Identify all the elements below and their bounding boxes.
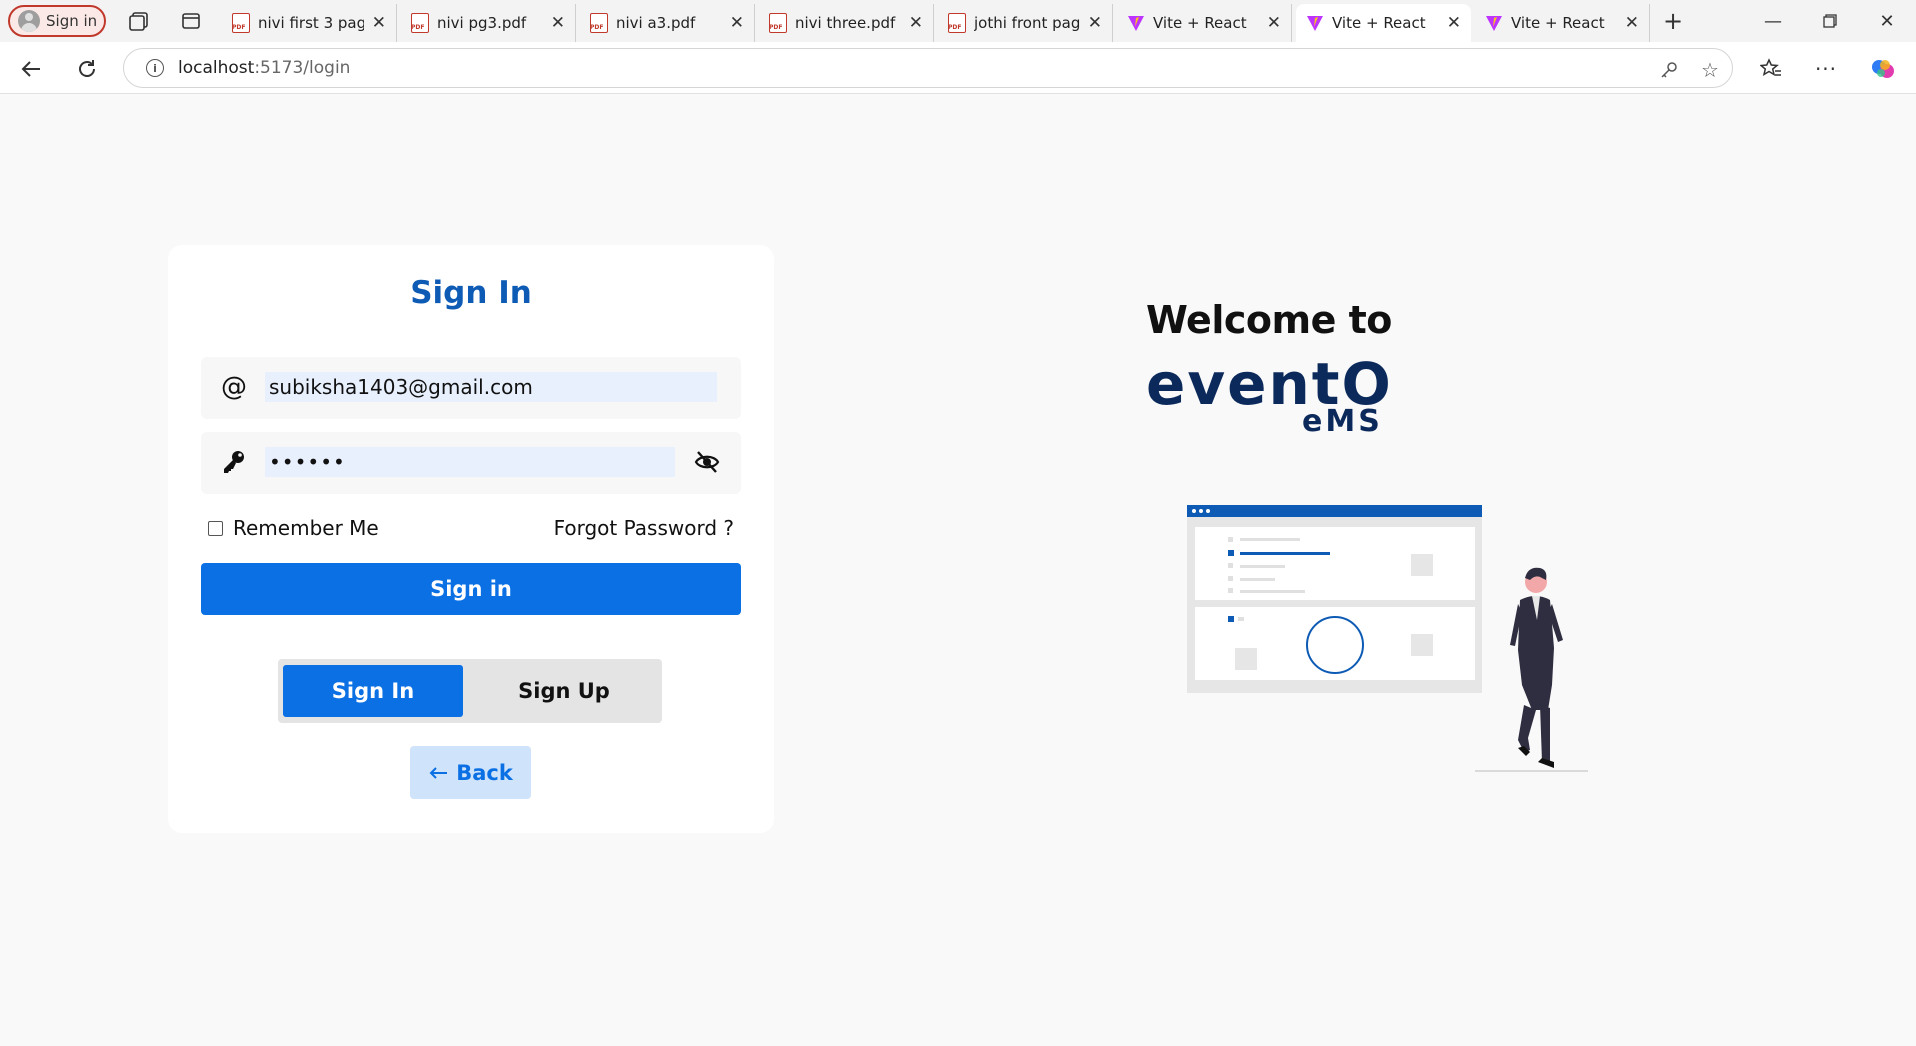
profile-sign-in-button[interactable]: Sign in — [8, 5, 106, 37]
tab-vite-react-active[interactable]: Vite + React ✕ — [1296, 4, 1471, 42]
favorite-star-icon[interactable]: ☆ — [1695, 55, 1725, 85]
eye-slash-icon[interactable] — [693, 448, 723, 478]
workspaces-icon[interactable] — [126, 8, 152, 34]
toggle-sign-up[interactable]: Sign Up — [474, 665, 654, 717]
tab-jothi-front-pages[interactable]: jothi front pages ✕ — [938, 4, 1113, 42]
tab-label: Vite + React — [1511, 14, 1605, 32]
tab-label: nivi three.pdf — [795, 14, 896, 32]
address-bar-row: i localhost:5173/login ☆ ··· — [0, 42, 1916, 94]
window-close-icon[interactable]: ✕ — [1864, 6, 1910, 36]
copilot-icon[interactable] — [1868, 54, 1898, 84]
close-icon[interactable]: ✕ — [1625, 13, 1639, 33]
sign-in-button[interactable]: Sign in — [201, 563, 741, 615]
close-icon[interactable]: ✕ — [909, 13, 923, 33]
browser-tab-bar: Sign in nivi first 3 pages ✕ nivi pg3.pd… — [0, 0, 1916, 42]
tab-actions-icon[interactable] — [178, 8, 204, 34]
vite-icon — [1486, 16, 1502, 31]
url-host: localhost — [178, 58, 255, 78]
forgot-password-link[interactable]: Forgot Password ? — [554, 516, 734, 540]
tab-vite-react-1[interactable]: Vite + React ✕ — [1117, 4, 1292, 42]
tab-label: nivi a3.pdf — [616, 14, 696, 32]
password-field-wrapper — [201, 432, 741, 494]
tab-label: Vite + React — [1332, 14, 1426, 32]
pdf-icon — [232, 13, 250, 33]
profile-label: Sign in — [46, 12, 98, 30]
close-icon[interactable]: ✕ — [551, 13, 565, 33]
back-arrow-icon[interactable] — [16, 54, 46, 84]
new-tab-icon[interactable]: + — [1660, 7, 1686, 35]
email-field[interactable] — [265, 372, 717, 402]
password-field[interactable] — [265, 447, 675, 477]
pdf-icon — [411, 13, 429, 33]
pdf-icon — [948, 13, 966, 33]
tab-nivi-first-3-pages[interactable]: nivi first 3 pages ✕ — [222, 4, 397, 42]
tab-label: jothi front pages — [974, 14, 1080, 32]
welcome-heading: Welcome to — [1146, 298, 1392, 342]
avatar — [18, 10, 40, 32]
refresh-icon[interactable] — [72, 54, 102, 84]
url-path: :5173/login — [254, 58, 351, 78]
pdf-icon — [769, 13, 787, 33]
password-key-icon[interactable] — [1654, 55, 1684, 85]
brand-logo-sub: eMS — [1302, 404, 1383, 439]
tab-label: nivi pg3.pdf — [437, 14, 527, 32]
dashboard-illustration — [1187, 505, 1588, 772]
at-sign-icon: @ — [221, 372, 247, 402]
page-title: Sign In — [410, 275, 532, 311]
back-label: Back — [456, 760, 513, 785]
remember-me-label: Remember Me — [233, 516, 379, 540]
restore-icon[interactable] — [1807, 6, 1853, 36]
login-card: Sign In @ Remember Me Forgot Password ? … — [168, 245, 774, 833]
close-icon[interactable]: ✕ — [372, 13, 386, 33]
close-icon[interactable]: ✕ — [730, 13, 744, 33]
vite-icon — [1307, 16, 1323, 31]
url-text: localhost:5173/login — [178, 58, 350, 78]
tab-nivi-pg3[interactable]: nivi pg3.pdf ✕ — [401, 4, 576, 42]
close-icon[interactable]: ✕ — [1447, 13, 1461, 33]
tab-vite-react-3[interactable]: Vite + React ✕ — [1475, 4, 1650, 42]
pdf-icon — [590, 13, 608, 33]
toggle-sign-in[interactable]: Sign In — [283, 665, 463, 717]
checkbox[interactable] — [208, 520, 223, 536]
key-icon — [219, 447, 249, 477]
vite-icon — [1128, 16, 1144, 31]
minimize-icon[interactable]: — — [1750, 6, 1796, 36]
remember-me-checkbox[interactable]: Remember Me — [208, 516, 379, 540]
close-icon[interactable]: ✕ — [1088, 13, 1102, 33]
tab-label: nivi first 3 pages — [258, 14, 364, 32]
auth-mode-toggle: Sign In Sign Up — [278, 659, 662, 723]
close-icon[interactable]: ✕ — [1267, 13, 1281, 33]
email-field-wrapper: @ — [201, 357, 741, 419]
tab-nivi-three[interactable]: nivi three.pdf ✕ — [759, 4, 934, 42]
favorites-icon[interactable] — [1756, 54, 1786, 84]
back-button[interactable]: Back — [410, 746, 531, 799]
arrow-left-icon — [429, 766, 448, 779]
tab-label: Vite + React — [1153, 14, 1247, 32]
tab-nivi-a3[interactable]: nivi a3.pdf ✕ — [580, 4, 755, 42]
info-icon[interactable]: i — [146, 59, 164, 77]
more-options-icon[interactable]: ··· — [1811, 54, 1841, 84]
url-field[interactable]: i localhost:5173/login ☆ — [123, 48, 1733, 88]
